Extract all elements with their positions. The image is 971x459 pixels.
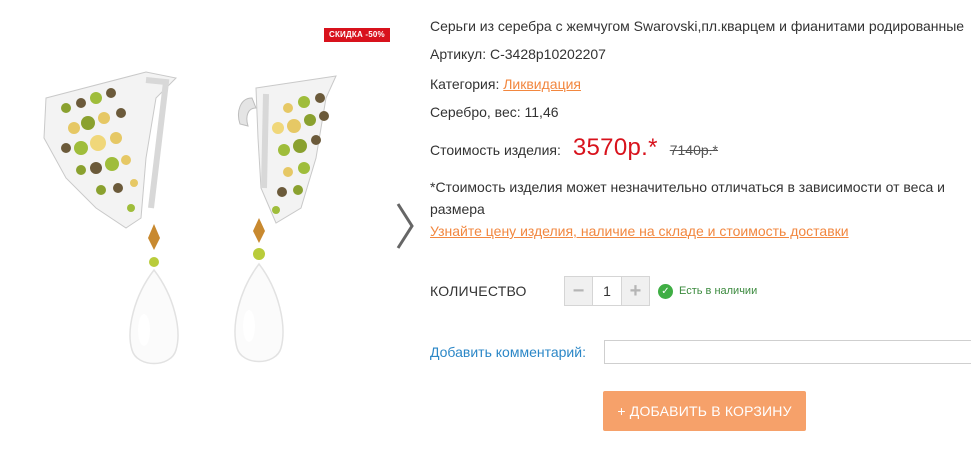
chevron-right-icon[interactable]	[392, 200, 418, 252]
category-label: Категория:	[430, 76, 504, 92]
increment-button[interactable]: +	[622, 277, 649, 305]
check-icon: ✓	[658, 283, 673, 299]
stock-status-text: Есть в наличии	[679, 285, 758, 297]
right-earring	[234, 75, 337, 363]
comment-row: Добавить комментарий:	[430, 340, 971, 364]
quantity-input[interactable]	[592, 277, 622, 305]
product-category: Категория: Ликвидация	[430, 76, 581, 92]
old-price: 7140р.*	[669, 142, 719, 158]
product-title: Серьги из серебра с жемчугом Swarovski,п…	[430, 18, 965, 34]
price-note: *Стоимость изделия может незначительно о…	[430, 179, 945, 217]
decrement-button[interactable]: −	[565, 277, 592, 305]
left-earring	[43, 71, 179, 365]
add-to-cart-button[interactable]: + ДОБАВИТЬ В КОРЗИНУ	[603, 391, 806, 431]
comment-label: Добавить комментарий:	[430, 344, 586, 360]
product-gallery: СКИДКА -50%	[0, 0, 420, 459]
discount-badge: СКИДКА -50%	[324, 28, 390, 42]
product-weight: Серебро, вес: 11,46	[430, 104, 559, 120]
product-image[interactable]	[26, 68, 386, 388]
product-sku: Артикул: С-3428р10202207	[430, 46, 606, 62]
category-link[interactable]: Ликвидация	[503, 76, 581, 92]
quantity-row: КОЛИЧЕСТВО − + ✓ Есть в наличии	[430, 276, 757, 306]
quantity-label: КОЛИЧЕСТВО	[430, 283, 527, 299]
price-label: Стоимость изделия:	[430, 142, 561, 158]
comment-input[interactable]	[604, 340, 971, 364]
stock-status: ✓ Есть в наличии	[658, 283, 758, 299]
quantity-stepper: − +	[564, 276, 650, 306]
price-row: Стоимость изделия: 3570р.* 7140р.*	[430, 134, 718, 162]
price-info-link[interactable]: Узнайте цену изделия, наличие на складе …	[430, 223, 849, 239]
current-price: 3570р.*	[572, 134, 658, 161]
